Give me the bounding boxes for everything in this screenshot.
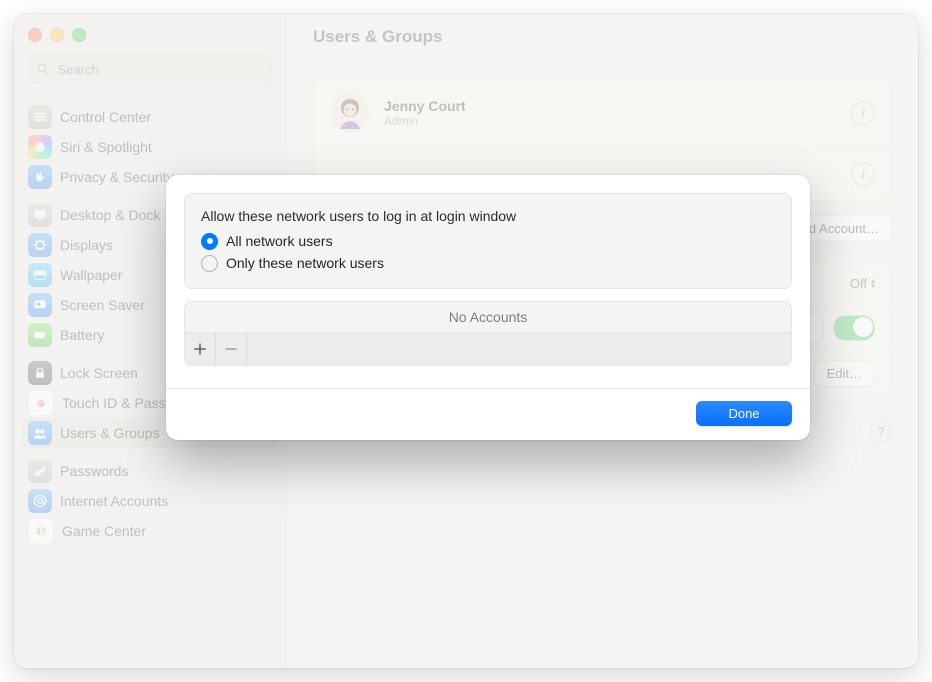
desktop-icon bbox=[28, 203, 52, 227]
add-account-list-button[interactable] bbox=[185, 333, 216, 365]
info-button[interactable]: i bbox=[851, 101, 875, 125]
network-users-sheet: Allow these network users to log in at l… bbox=[166, 175, 810, 440]
sidebar-item-control-center[interactable]: Control Center bbox=[22, 102, 278, 132]
sheet-divider bbox=[166, 388, 810, 389]
wallpaper-icon bbox=[28, 263, 52, 287]
plus-icon bbox=[193, 342, 207, 356]
accounts-empty-label: No Accounts bbox=[185, 302, 791, 333]
sidebar-item-label: Battery bbox=[60, 327, 104, 343]
battery-icon bbox=[28, 323, 52, 347]
users-icon bbox=[28, 421, 52, 445]
sliders-icon bbox=[28, 105, 52, 129]
user-name: Jenny Court bbox=[384, 98, 837, 114]
chevron-updown-icon: ▴▾ bbox=[871, 278, 875, 288]
fingerprint-icon bbox=[28, 390, 54, 416]
sidebar-item-label: Privacy & Security bbox=[60, 169, 174, 185]
minus-icon bbox=[224, 342, 238, 356]
search-input[interactable] bbox=[56, 61, 263, 78]
hand-icon bbox=[28, 165, 52, 189]
display-icon bbox=[28, 233, 52, 257]
accounts-list: No Accounts bbox=[184, 301, 792, 366]
sidebar-item-game-center[interactable]: Game Center bbox=[22, 516, 278, 546]
siri-icon bbox=[28, 135, 52, 159]
window-controls bbox=[14, 14, 286, 50]
lock-icon bbox=[28, 361, 52, 385]
remove-account-list-button[interactable] bbox=[216, 333, 247, 365]
zoom-button[interactable] bbox=[72, 28, 86, 42]
help-button[interactable]: ? bbox=[870, 420, 892, 442]
game-icon bbox=[28, 518, 54, 544]
sidebar-item-passwords[interactable]: Passwords bbox=[22, 456, 278, 486]
radio-label: All network users bbox=[226, 233, 333, 249]
minimize-button[interactable] bbox=[50, 28, 64, 42]
sidebar-item-label: Game Center bbox=[62, 523, 146, 539]
at-icon bbox=[28, 489, 52, 513]
radio-indicator bbox=[201, 233, 218, 250]
info-button[interactable]: i bbox=[851, 162, 875, 186]
search-field[interactable] bbox=[28, 54, 272, 84]
sidebar-item-label: Users & Groups bbox=[60, 425, 160, 441]
sidebar-item-label: Screen Saver bbox=[60, 297, 145, 313]
sidebar-item-label: Internet Accounts bbox=[60, 493, 168, 509]
sheet-top-section: Allow these network users to log in at l… bbox=[184, 193, 792, 289]
sheet-title: Allow these network users to log in at l… bbox=[201, 208, 775, 224]
sidebar-item-label: Lock Screen bbox=[60, 365, 138, 381]
radio-label: Only these network users bbox=[226, 255, 384, 271]
sidebar-item-label: Desktop & Dock bbox=[60, 207, 160, 223]
sidebar-item-label: Siri & Spotlight bbox=[60, 139, 152, 155]
sidebar-item-siri[interactable]: Siri & Spotlight bbox=[22, 132, 278, 162]
user-role: Admin bbox=[384, 114, 837, 128]
search-icon bbox=[37, 62, 50, 76]
avatar[interactable] bbox=[330, 93, 370, 133]
page-title: Users & Groups bbox=[287, 14, 918, 60]
radio-indicator bbox=[201, 255, 218, 272]
screensaver-icon bbox=[28, 293, 52, 317]
user-meta: Jenny Court Admin bbox=[384, 98, 837, 128]
sidebar-item-label: Control Center bbox=[60, 109, 151, 125]
key-icon bbox=[28, 459, 52, 483]
edit-button[interactable]: Edit… bbox=[814, 360, 875, 387]
sidebar-item-label: Displays bbox=[60, 237, 113, 253]
radio-only-these-users[interactable]: Only these network users bbox=[201, 252, 775, 274]
allow-value: Off bbox=[850, 276, 867, 291]
done-button[interactable]: Done bbox=[696, 401, 792, 426]
radio-all-network-users[interactable]: All network users bbox=[201, 230, 775, 252]
sidebar-item-label: Passwords bbox=[60, 463, 128, 479]
allow-popup[interactable]: Off ▴▾ bbox=[850, 276, 875, 291]
close-button[interactable] bbox=[28, 28, 42, 42]
toggle[interactable] bbox=[833, 315, 875, 341]
accounts-list-toolbar bbox=[185, 333, 791, 365]
sidebar-item-internet-accounts[interactable]: Internet Accounts bbox=[22, 486, 278, 516]
sidebar-item-label: Wallpaper bbox=[60, 267, 123, 283]
user-row: Jenny Court Admin i bbox=[314, 79, 891, 148]
